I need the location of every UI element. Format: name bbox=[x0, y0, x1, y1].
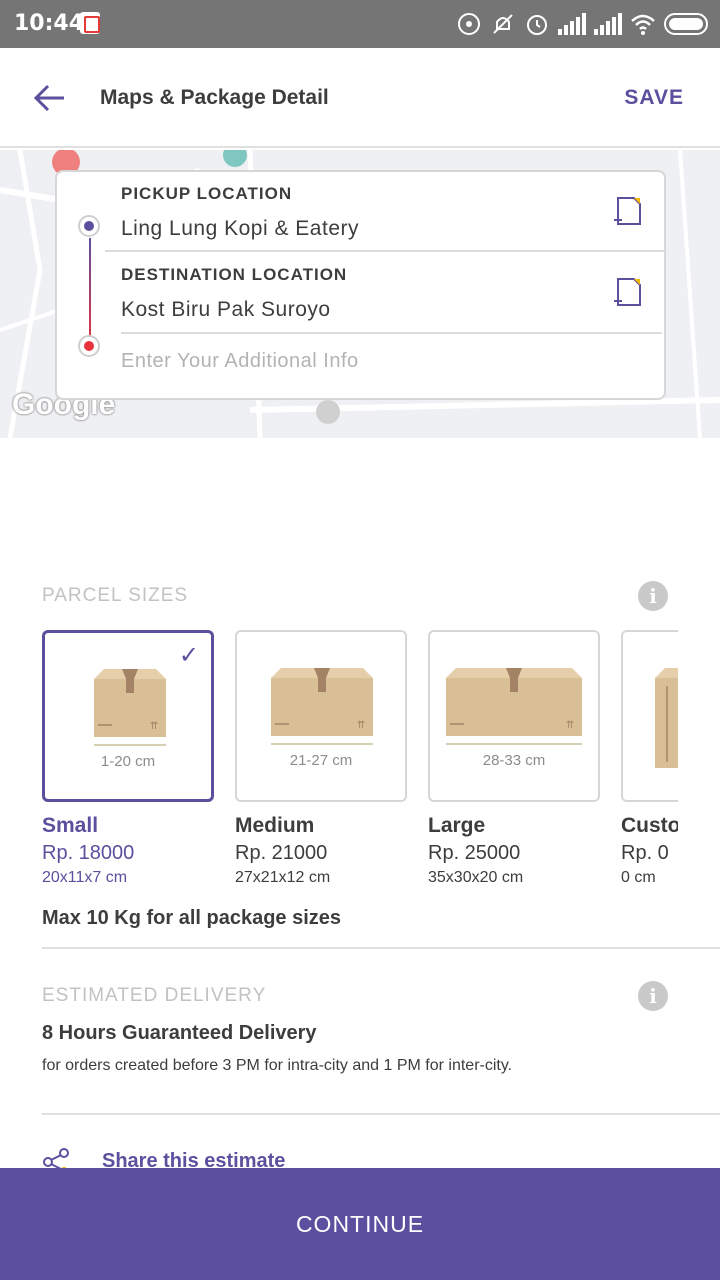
route-line bbox=[89, 238, 91, 346]
signal-icon-2 bbox=[594, 13, 622, 35]
destination-label: DESTINATION LOCATION bbox=[121, 265, 348, 284]
destination-marker-icon bbox=[78, 335, 100, 357]
parcel-option-medium[interactable]: ⇈ 21-27 cm Medium Rp. 21000 27x21x12 cm bbox=[235, 630, 407, 887]
app-header: Maps & Package Detail SAVE bbox=[0, 48, 720, 148]
parcel-name: Small bbox=[42, 814, 99, 837]
parcel-card[interactable]: ⇈ 21-27 cm bbox=[235, 630, 407, 802]
edit-destination-icon[interactable] bbox=[612, 275, 644, 309]
mute-icon bbox=[493, 14, 513, 34]
status-icons bbox=[456, 10, 708, 38]
notification-icon bbox=[80, 12, 100, 34]
parcel-price: Rp. 21000 bbox=[235, 842, 328, 864]
hotspot-icon bbox=[458, 13, 480, 35]
parcel-card[interactable]: ⇈ 28-33 cm bbox=[428, 630, 600, 802]
parcel-range: 28-33 cm bbox=[482, 752, 546, 769]
box-icon: ⇈ bbox=[271, 668, 373, 745]
back-arrow-icon[interactable] bbox=[30, 78, 70, 118]
status-time: 10:44 bbox=[14, 11, 85, 36]
check-icon: ✓ bbox=[178, 642, 199, 669]
edit-pickup-icon[interactable] bbox=[612, 194, 644, 228]
parcel-card[interactable] bbox=[621, 630, 678, 802]
parcel-dimensions: 0 cm bbox=[621, 869, 656, 886]
destination-divider bbox=[121, 332, 662, 334]
destination-field[interactable]: Kost Biru Pak Suroyo bbox=[121, 298, 331, 322]
parcel-range: 1-20 cm bbox=[100, 753, 156, 770]
svg-text:⇈: ⇈ bbox=[150, 721, 158, 732]
parcel-sizes-title: PARCEL SIZES bbox=[42, 585, 189, 606]
box-icon: ⇈ bbox=[446, 668, 582, 745]
status-bar: 10:44 bbox=[0, 0, 720, 48]
parcel-range: 21-27 cm bbox=[289, 752, 353, 769]
box-icon bbox=[655, 668, 678, 768]
pickup-label: PICKUP LOCATION bbox=[121, 184, 293, 203]
parcel-name: Custom bbox=[621, 814, 678, 837]
parcel-price: Rp. 0 bbox=[621, 842, 669, 864]
parcel-card[interactable]: ✓ ⇈ 1-20 cm bbox=[42, 630, 214, 802]
location-card: PICKUP LOCATION Ling Lung Kopi & Eatery … bbox=[55, 170, 666, 400]
delivery-info-icon[interactable]: i bbox=[638, 981, 668, 1011]
svg-text:⇈: ⇈ bbox=[357, 720, 365, 731]
parcel-option-small[interactable]: ✓ ⇈ 1-20 cm Small Rp. 18000 20x11x7 cm bbox=[42, 630, 214, 887]
parcel-option-custom[interactable]: Custom Rp. 0 0 cm bbox=[621, 630, 678, 887]
svg-text:⇈: ⇈ bbox=[566, 720, 574, 731]
parcel-option-large[interactable]: ⇈ 28-33 cm Large Rp. 25000 35x30x20 cm bbox=[428, 630, 600, 887]
battery-icon bbox=[664, 13, 708, 35]
signal-icon bbox=[558, 13, 586, 35]
section-divider bbox=[42, 1113, 720, 1115]
page-title: Maps & Package Detail bbox=[100, 86, 329, 109]
parcel-size-list: ✓ ⇈ 1-20 cm Small Rp. 18000 20x11x7 cm ⇈ bbox=[42, 630, 678, 900]
section-divider bbox=[42, 947, 720, 949]
box-icon: ⇈ bbox=[94, 669, 166, 746]
wifi-icon bbox=[631, 14, 655, 35]
parcel-name: Large bbox=[428, 814, 486, 837]
alarm-icon bbox=[527, 15, 547, 35]
parcel-name: Medium bbox=[235, 814, 315, 837]
pickup-field[interactable]: Ling Lung Kopi & Eatery bbox=[121, 217, 359, 241]
parcel-info-icon[interactable]: i bbox=[638, 581, 668, 611]
parcel-dimensions: 35x30x20 cm bbox=[428, 869, 524, 886]
parcel-dimensions: 27x21x12 cm bbox=[235, 869, 331, 886]
location-divider bbox=[105, 250, 666, 252]
max-weight-note: Max 10 Kg for all package sizes bbox=[42, 907, 342, 929]
save-button[interactable]: SAVE bbox=[624, 86, 684, 110]
delivery-note: for orders created before 3 PM for intra… bbox=[42, 1057, 513, 1074]
parcel-price: Rp. 18000 bbox=[42, 842, 135, 864]
parcel-dimensions: 20x11x7 cm bbox=[42, 869, 128, 886]
estimated-delivery-title: ESTIMATED DELIVERY bbox=[42, 985, 267, 1006]
parcel-price: Rp. 25000 bbox=[428, 842, 521, 864]
continue-button[interactable]: CONTINUE bbox=[0, 1168, 720, 1280]
pickup-marker-icon bbox=[78, 215, 100, 237]
delivery-headline: 8 Hours Guaranteed Delivery bbox=[42, 1022, 317, 1044]
additional-info-input[interactable]: Enter Your Additional Info bbox=[121, 350, 359, 373]
